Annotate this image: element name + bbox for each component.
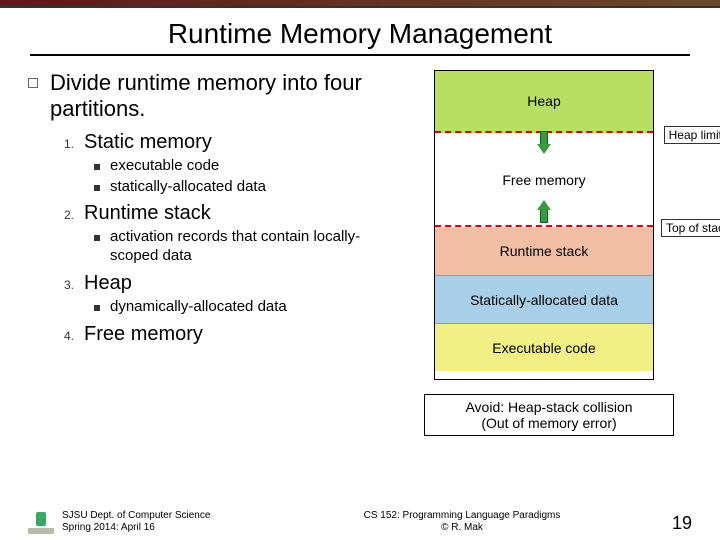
numbered-list: 1. Static memory executable code statica… [64,131,394,346]
slide-footer: SJSU Dept. of Computer Science Spring 20… [0,510,720,534]
footer-left: SJSU Dept. of Computer Science Spring 20… [62,510,272,534]
right-column: Heap Free memory Runtime stack Staticall… [394,70,694,436]
title-underline [30,54,690,56]
list-item-4: 4. Free memory [64,323,394,346]
sub-text: activation records that contain locally-… [110,228,394,266]
warning-box: Avoid: Heap-stack collision (Out of memo… [424,394,674,436]
static-segment: Statically-allocated data [435,275,653,323]
item-number: 2. [64,208,74,222]
heap-segment: Heap [435,71,653,133]
top-of-stack-label: Top of stack [661,219,720,237]
sub-bullet-icon [94,305,100,311]
warning-line-2: (Out of memory error) [427,415,671,431]
item-label: Runtime stack [84,202,211,225]
item-number: 3. [64,278,74,292]
sub-text: executable code [110,157,219,176]
left-column: Divide runtime memory into four partitio… [24,70,394,436]
sub-bullet-icon [94,164,100,170]
stack-segment: Runtime stack [435,227,653,275]
sub-bullet-icon [94,235,100,241]
content-area: Divide runtime memory into four partitio… [0,70,720,436]
item-number: 1. [64,137,74,151]
page-number: 19 [652,513,692,534]
footer-dept: SJSU Dept. of Computer Science [62,510,272,522]
footer-date: Spring 2014: April 16 [62,522,272,534]
slide-title: Runtime Memory Management [0,8,720,54]
item-number: 4. [64,329,74,343]
item-label: Static memory [84,131,212,154]
item-label: Heap [84,272,132,295]
footer-mid: CS 152: Programming Language Paradigms ©… [272,510,652,534]
list-item-2: 2. Runtime stack activation records that… [64,202,394,266]
square-bullet-icon [28,78,38,88]
sub-text: statically-allocated data [110,178,266,197]
heap-limit-label: Heap limit [664,126,720,144]
warning-line-1: Avoid: Heap-stack collision [427,399,671,415]
arrow-up-icon [537,199,551,223]
arrow-down-icon [537,131,551,155]
footer-author: © R. Mak [272,522,652,534]
free-memory-segment: Free memory [435,159,653,201]
slide-top-bar [0,0,720,8]
sjsu-logo-icon [28,512,54,534]
footer-course: CS 152: Programming Language Paradigms [272,510,652,522]
sub-bullet-icon [94,185,100,191]
exec-segment: Executable code [435,323,653,371]
intro-text: Divide runtime memory into four partitio… [50,70,394,123]
sub-text: dynamically-allocated data [110,298,287,317]
item-label: Free memory [84,323,203,346]
list-item-1: 1. Static memory executable code statica… [64,131,394,197]
list-item-3: 3. Heap dynamically-allocated data [64,272,394,317]
memory-diagram: Heap Free memory Runtime stack Staticall… [434,70,654,380]
main-bullet: Divide runtime memory into four partitio… [24,70,394,123]
